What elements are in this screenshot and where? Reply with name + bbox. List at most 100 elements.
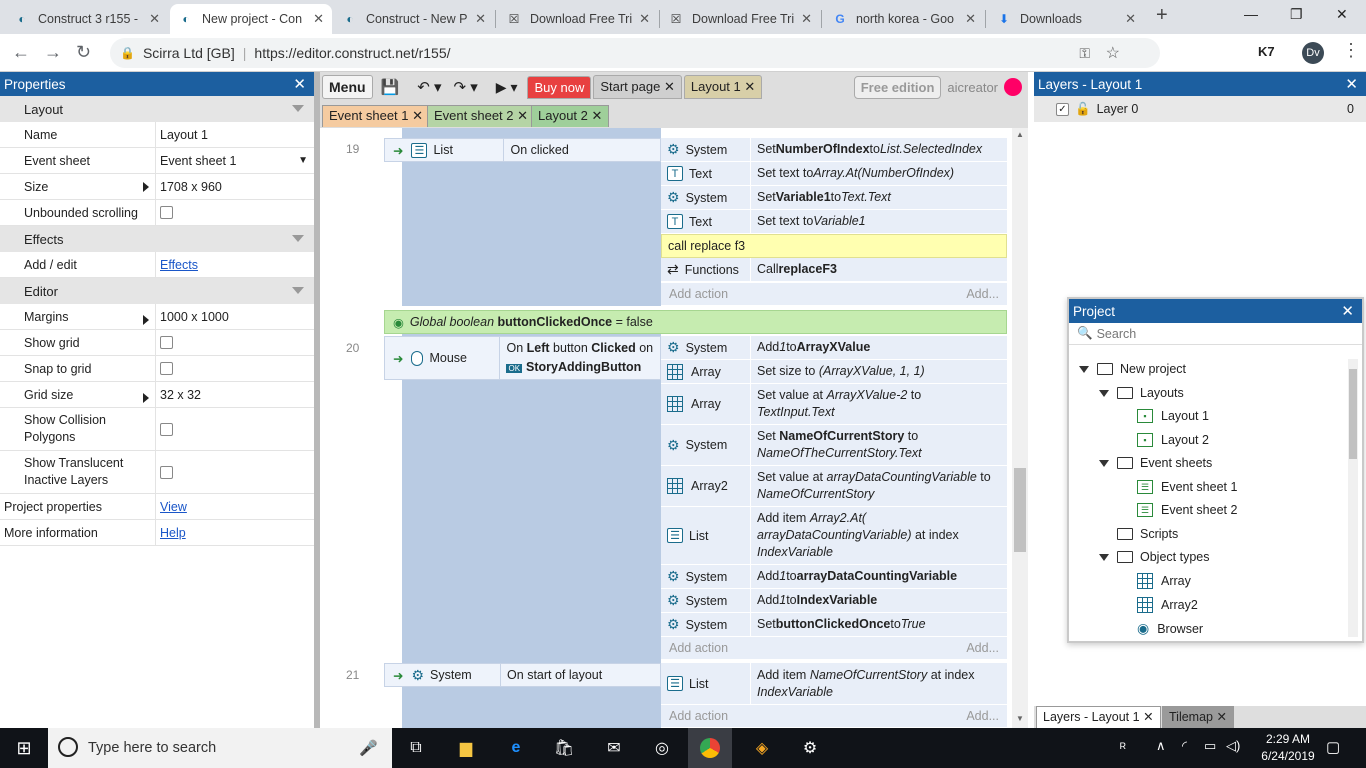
- browser-tab[interactable]: ☒ Download Free Tri ✕: [498, 4, 658, 34]
- expand-size-icon[interactable]: [143, 182, 149, 192]
- chrome-icon[interactable]: [688, 728, 732, 768]
- reload-icon[interactable]: ↻: [76, 42, 91, 63]
- taskbar-search-input[interactable]: Type here to search 🎤: [48, 728, 392, 768]
- action-row[interactable]: ⚙ System Add 1 to arrayDataCountingVariabl…: [661, 565, 1007, 589]
- action-row[interactable]: ⚙ System Set buttonClickedOnce to True: [661, 613, 1007, 637]
- tab-event-sheet-1[interactable]: Event sheet 1 ✕: [322, 105, 431, 127]
- browser-tab[interactable]: ◐ Construct - New P ✕: [334, 4, 494, 34]
- undo-icon[interactable]: ↶ ▾: [417, 78, 441, 96]
- expand-icon[interactable]: [1099, 389, 1109, 397]
- vertical-scrollbar[interactable]: ▲ ▼: [1012, 128, 1028, 728]
- extension-icon[interactable]: K7: [1258, 44, 1275, 59]
- tree-object-types[interactable]: Object types: [1099, 550, 1209, 564]
- action-row[interactable]: ☰ List Add item Array2.At( arrayDataCounti…: [661, 507, 1007, 565]
- layer-visible-checkbox[interactable]: ✓: [1056, 102, 1069, 116]
- project-search-input[interactable]: 🔍 Search: [1069, 323, 1362, 345]
- close-tab-icon[interactable]: ✕: [475, 11, 486, 27]
- minimize-icon[interactable]: —: [1244, 6, 1258, 22]
- more-menu-icon[interactable]: ⋮: [1342, 40, 1360, 61]
- volume-icon[interactable]: ◁): [1226, 738, 1240, 754]
- tab-layout-2[interactable]: Layout 2 ✕: [531, 105, 610, 127]
- tree-array[interactable]: Array: [1137, 573, 1191, 589]
- action-row[interactable]: T Text Set text to Array.At(NumberOfIndex): [661, 162, 1007, 186]
- view-link[interactable]: View: [160, 500, 187, 514]
- section-editor[interactable]: Editor: [0, 278, 314, 304]
- close-tab-icon[interactable]: ✕: [313, 11, 324, 27]
- close-tab-icon[interactable]: ✕: [639, 11, 650, 27]
- redo-icon[interactable]: ↷ ▾: [454, 78, 478, 96]
- help-link[interactable]: Help: [160, 526, 186, 540]
- tab-start-page[interactable]: Start page ✕: [593, 75, 682, 99]
- close-icon[interactable]: ✕: [1216, 710, 1226, 724]
- windows-start-icon[interactable]: ⊞: [12, 736, 36, 760]
- action-row[interactable]: ⚙ System Add 1 to IndexVariable: [661, 589, 1007, 613]
- forward-icon[interactable]: →: [44, 42, 62, 63]
- notifications-icon[interactable]: ▢: [1326, 738, 1340, 756]
- tree-event-sheet-1[interactable]: ☰ Event sheet 1: [1137, 480, 1237, 494]
- package-icon[interactable]: ◈: [750, 736, 774, 760]
- expand-icon[interactable]: [1079, 365, 1089, 373]
- maximize-icon[interactable]: ❐: [1290, 6, 1303, 23]
- battery-icon[interactable]: ▭: [1204, 738, 1216, 754]
- event-condition[interactable]: ➜ Mouse On Left button Clicked on OK Stor…: [384, 336, 661, 380]
- action-row[interactable]: T Text Set text to Variable1: [661, 210, 1007, 234]
- action-row[interactable]: ⚙ System Set NumberOfIndex to List.Selecte…: [661, 138, 1007, 162]
- clock[interactable]: 2:29 AM 6/24/2019: [1258, 731, 1318, 765]
- close-icon[interactable]: ✕: [1345, 75, 1358, 93]
- collapse-icon[interactable]: [292, 235, 304, 242]
- task-view-icon[interactable]: ⧉: [404, 736, 428, 760]
- file-explorer-icon[interactable]: ▆: [454, 736, 478, 760]
- tab-layout-1[interactable]: Layout 1 ✕: [683, 75, 763, 99]
- steam-icon[interactable]: ⚙: [798, 736, 822, 760]
- close-icon[interactable]: ✕: [744, 79, 755, 94]
- close-tab-icon[interactable]: ✕: [149, 11, 160, 27]
- browser-tab[interactable]: ⬇ Downloads ✕: [988, 4, 1144, 34]
- menu-button[interactable]: Menu: [322, 75, 373, 99]
- close-window-icon[interactable]: ✕: [1336, 6, 1348, 23]
- username[interactable]: aicreator: [947, 80, 998, 95]
- tree-root[interactable]: New project: [1079, 362, 1186, 376]
- snap-checkbox[interactable]: [160, 362, 173, 375]
- collision-checkbox[interactable]: [160, 422, 173, 436]
- tab-layers[interactable]: Layers - Layout 1 ✕: [1036, 706, 1161, 728]
- close-icon[interactable]: ✕: [592, 108, 603, 123]
- play-icon[interactable]: ▶ ▾: [496, 79, 518, 96]
- star-icon[interactable]: ☆: [1106, 43, 1120, 63]
- action-row[interactable]: ⚙ System Add 1 to ArrayXValue: [661, 336, 1007, 360]
- add-action-row[interactable]: Add action Add...: [661, 283, 1007, 305]
- expand-margins-icon[interactable]: [143, 315, 149, 325]
- tree-array2[interactable]: Array2: [1137, 597, 1198, 613]
- close-tab-icon[interactable]: ✕: [1125, 11, 1136, 27]
- url-text[interactable]: https://editor.construct.net/r155/: [254, 45, 450, 61]
- free-edition-badge[interactable]: Free edition: [853, 75, 942, 99]
- close-icon[interactable]: ✕: [412, 108, 423, 123]
- tree-browser[interactable]: ◉ Browser: [1137, 620, 1203, 637]
- event-condition[interactable]: ➜ ⚙ System On start of layout: [384, 663, 661, 687]
- new-tab-button[interactable]: +: [1156, 4, 1168, 27]
- scroll-down-icon[interactable]: ▼: [1016, 714, 1024, 723]
- collapse-icon[interactable]: [292, 105, 304, 112]
- collapse-icon[interactable]: [292, 287, 304, 294]
- action-row[interactable]: Array Set size to (ArrayXValue, 1, 1): [661, 360, 1007, 384]
- tree-layouts[interactable]: Layouts: [1099, 386, 1184, 400]
- tab-tilemap[interactable]: Tilemap ✕: [1162, 706, 1234, 728]
- tray-chevron-icon[interactable]: ∧: [1156, 738, 1166, 754]
- store-icon[interactable]: 🛍: [552, 736, 576, 760]
- avatar[interactable]: Dv: [1302, 42, 1324, 64]
- close-tab-icon[interactable]: ✕: [801, 11, 812, 27]
- event-sheet-select[interactable]: Event sheet 1 ▼: [156, 148, 314, 173]
- construct-app-icon[interactable]: ◎: [650, 736, 674, 760]
- prop-value[interactable]: 1708 x 960: [156, 174, 314, 199]
- layer-row[interactable]: ✓ 🔓 Layer 0 0: [1034, 96, 1366, 122]
- expand-grid-size-icon[interactable]: [143, 393, 149, 403]
- expand-icon[interactable]: [1099, 459, 1109, 467]
- add-action-row[interactable]: Add action Add...: [661, 637, 1007, 659]
- browser-tab-active[interactable]: ◐ New project - Con ✕: [170, 4, 332, 34]
- edge-icon[interactable]: e: [504, 736, 528, 760]
- expand-icon[interactable]: [1099, 553, 1109, 561]
- unlock-icon[interactable]: 🔓: [1075, 102, 1091, 117]
- action-row[interactable]: ⚙ System Set Variable1 to Text.Text: [661, 186, 1007, 210]
- show-grid-checkbox[interactable]: [160, 336, 173, 349]
- close-icon[interactable]: ✕: [1341, 302, 1354, 320]
- project-scrollbar[interactable]: [1348, 359, 1358, 637]
